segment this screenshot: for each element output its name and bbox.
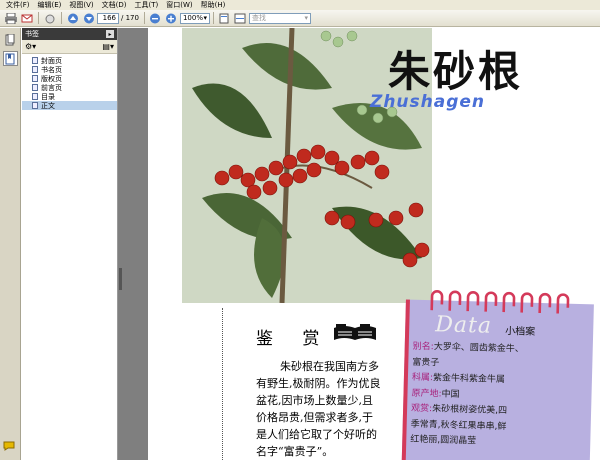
navigation-strip — [0, 28, 21, 460]
data-card-lines: 别名:大罗伞、圆齿紫金牛、 富贵子 科属:紫金牛科紫金牛属 原产地:中国 观赏:… — [410, 340, 589, 453]
body-line: 有野生,极耐阴。作为优良 — [256, 377, 381, 390]
toolbar-separator — [143, 12, 145, 24]
data-card-logo: Data — [434, 312, 493, 339]
bookmark-doc-icon — [32, 66, 38, 73]
data-card-label: 小档案 — [505, 326, 536, 338]
body-line: 盆花,因市场上数量少,且 — [256, 394, 373, 407]
open-book-icon — [334, 324, 376, 340]
card-value: 红艳丽,圆润晶莹 — [410, 434, 477, 447]
new-bookmark-icon[interactable]: ▤▾ — [102, 42, 114, 51]
previous-page-icon[interactable] — [65, 11, 80, 25]
menu-file[interactable]: 文件(F) — [2, 0, 34, 10]
chevron-down-icon: ▾ — [304, 13, 308, 22]
card-key: 观赏: — [410, 403, 433, 415]
body-line: 朱砂根在我国南方多 — [280, 360, 379, 373]
card-value: 大罗伞、圆齿紫金牛、 — [433, 342, 524, 355]
find-box[interactable]: 查找 ▾ — [248, 12, 311, 24]
menu-view[interactable]: 视图(V) — [65, 0, 97, 10]
menu-window[interactable]: 窗口(W) — [162, 0, 196, 10]
email-icon[interactable] — [19, 11, 34, 25]
page-total: / 170 — [121, 14, 139, 22]
pages-icon[interactable] — [3, 32, 18, 47]
zoom-value: 100% — [182, 13, 203, 22]
card-value: 季常青,秋冬红果串串,鲜 — [410, 419, 507, 432]
card-key: 科属: — [411, 372, 434, 384]
card-value: 紫金牛科紫金牛属 — [432, 373, 506, 386]
fit-page-icon[interactable] — [217, 11, 232, 25]
menu-document[interactable]: 文档(D) — [98, 0, 131, 10]
splitter-grip[interactable] — [119, 268, 122, 290]
find-input[interactable]: 查找 — [252, 14, 266, 23]
comment-icon[interactable] — [3, 441, 15, 454]
close-panel-button[interactable]: ▸ — [106, 30, 114, 38]
menu-bar: 文件(F) 编辑(E) 视图(V) 文档(D) 工具(T) 窗口(W) 帮助(H… — [0, 0, 600, 10]
toolbar-separator — [212, 12, 214, 24]
bookmarks-panel: 书签 ▸ ⚙▾ ▤▾ 封面页 书名页 版权页 前言页 目录 正文 — [22, 28, 118, 460]
bookmarks-panel-title: 书签 — [25, 30, 39, 38]
zoom-out-icon[interactable] — [148, 11, 163, 25]
card-value: 中国 — [441, 388, 460, 400]
zoom-in-icon[interactable] — [164, 11, 179, 25]
page-number-input[interactable]: 166 — [97, 12, 119, 24]
fit-width-icon[interactable] — [233, 11, 248, 25]
page-title: 朱砂根 — [388, 47, 524, 96]
toolbar-separator — [38, 12, 39, 24]
bookmark-doc-icon — [32, 93, 38, 100]
next-page-icon[interactable] — [81, 11, 96, 25]
bookmark-doc-icon — [32, 102, 38, 109]
bookmark-doc-icon — [32, 75, 38, 82]
card-value: 富贵子 — [412, 357, 440, 368]
bookmark-list: 封面页 书名页 版权页 前言页 目录 正文 — [22, 54, 117, 110]
body-line: 名字“富贵子”。 — [256, 445, 334, 458]
card-key: 原产地: — [411, 388, 442, 399]
data-card: Data 小档案 别名:大罗伞、圆齿紫金牛、 富贵子 科属:紫金牛科紫金牛属 原… — [401, 288, 598, 460]
toolbar: 166 / 170 100% ▾ 查找 ▾ — [0, 10, 600, 27]
menu-edit[interactable]: 编辑(E) — [34, 0, 66, 10]
menu-tools[interactable]: 工具(T) — [131, 0, 163, 10]
bookmark-item-cover[interactable]: 封面页 — [22, 56, 117, 65]
zoom-select[interactable]: 100% ▾ — [179, 12, 210, 24]
document-page: 朱砂根 Zhushagen 鉴 赏 朱砂根在我国南方多 有野生,极耐阴。作为优良… — [148, 28, 600, 460]
hand-tool-icon[interactable] — [42, 11, 57, 25]
body-line: 是人们给它取了个好听的 — [256, 428, 377, 441]
chevron-down-icon: ▾ — [203, 13, 207, 22]
bookmark-item-main-text[interactable]: 正文 — [22, 101, 117, 110]
bookmarks-toolbar: ⚙▾ ▤▾ — [22, 40, 117, 54]
options-icon[interactable]: ⚙▾ — [25, 42, 36, 51]
bookmark-item-copyright[interactable]: 版权页 — [22, 74, 117, 83]
toolbar-separator — [61, 12, 62, 24]
section-heading: 鉴 赏 — [256, 329, 332, 349]
bookmark-label: 正文 — [41, 101, 55, 110]
body-line: 价格昂贵,但需求者多,于 — [256, 411, 373, 424]
card-key: 别名: — [412, 341, 434, 353]
bookmark-doc-icon — [32, 57, 38, 64]
bookmarks-panel-header: 书签 ▸ — [22, 28, 117, 40]
bookmark-doc-icon — [32, 84, 38, 91]
bookmark-item-title-page[interactable]: 书名页 — [22, 65, 117, 74]
page-title-pinyin: Zhushagen — [370, 92, 486, 112]
bookmark-item-preface[interactable]: 前言页 — [22, 83, 117, 92]
pdf-reader-window: 文件(F) 编辑(E) 视图(V) 文档(D) 工具(T) 窗口(W) 帮助(H… — [0, 0, 600, 460]
card-value: 朱砂根树姿优美,四 — [432, 404, 508, 417]
body-text: 朱砂根在我国南方多 有野生,极耐阴。作为优良 盆花,因市场上数量少,且 价格昂贵… — [256, 358, 422, 460]
panel-splitter[interactable] — [118, 28, 148, 460]
bookmarks-icon[interactable] — [2, 51, 18, 66]
menu-help[interactable]: 帮助(H) — [197, 0, 230, 10]
print-icon[interactable] — [3, 11, 18, 25]
bookmark-item-contents[interactable]: 目录 — [22, 92, 117, 101]
dotted-divider — [222, 308, 223, 460]
